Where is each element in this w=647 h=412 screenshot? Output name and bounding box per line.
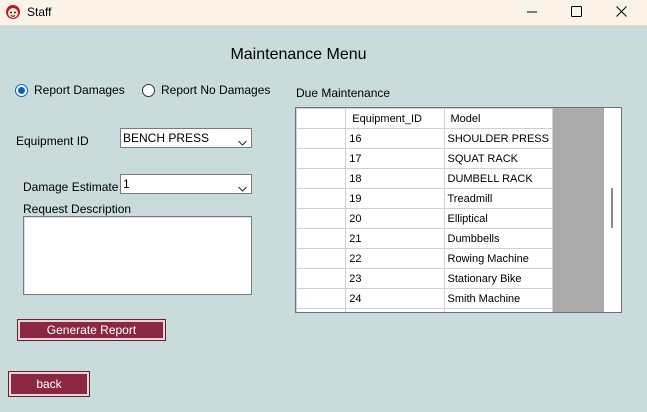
grid-body: Equipment_ID Model 16 SHOULDER PRESS 17 SQU… — [296, 108, 553, 312]
equipment-id-cell[interactable]: 18 — [345, 168, 445, 189]
row-header-cell[interactable] — [296, 128, 347, 149]
due-maintenance-grid[interactable]: Equipment_ID Model 16 SHOULDER PRESS 17 SQU… — [295, 107, 622, 313]
equipment-id-cell[interactable]: 17 — [345, 148, 445, 169]
table-row[interactable]: 24 Smith Machine — [296, 288, 553, 309]
vertical-scrollbar[interactable] — [604, 108, 621, 312]
close-icon — [615, 6, 627, 20]
column-header-model[interactable]: Model — [443, 108, 553, 129]
damage-estimate-select[interactable]: 1 — [120, 174, 252, 194]
damage-estimate-label: Damage Estimate — [23, 180, 119, 194]
equipment-id-cell[interactable]: 20 — [345, 208, 445, 229]
table-header-row: Equipment_ID Model — [296, 108, 553, 129]
table-row[interactable]: 23 Stationary Bike — [296, 268, 553, 289]
model-cell[interactable]: Elliptical — [443, 208, 553, 229]
equipment-id-cell[interactable] — [345, 308, 445, 312]
model-cell[interactable] — [443, 308, 553, 312]
close-button[interactable] — [598, 0, 644, 26]
grid-empty-area — [553, 108, 604, 312]
model-cell[interactable]: Smith Machine — [443, 288, 553, 309]
equipment-id-label: Equipment ID — [16, 134, 89, 148]
due-maintenance-label: Due Maintenance — [296, 86, 391, 100]
row-header-cell[interactable] — [296, 228, 347, 249]
model-cell[interactable]: Rowing Machine — [443, 248, 553, 269]
scrollbar-thumb[interactable] — [611, 188, 613, 228]
row-header-cell[interactable] — [296, 168, 347, 189]
cartoon-face-icon — [5, 4, 21, 20]
model-cell[interactable]: SQUAT RACK — [443, 148, 553, 169]
model-cell[interactable]: Stationary Bike — [443, 268, 553, 289]
report-damages-radio[interactable]: Report Damages — [15, 83, 125, 97]
damage-estimate-value: 1 — [123, 177, 130, 191]
due-maintenance-table: Equipment_ID Model 16 SHOULDER PRESS 17 SQU… — [296, 108, 553, 312]
equipment-id-value: BENCH PRESS — [123, 131, 210, 145]
row-header-cell[interactable] — [296, 268, 347, 289]
table-row[interactable] — [296, 308, 553, 312]
row-header-cell[interactable] — [296, 308, 347, 312]
window-title: Staff — [27, 5, 52, 19]
request-description-label: Request Description — [23, 202, 132, 216]
equipment-id-cell[interactable]: 19 — [345, 188, 445, 209]
title-bar: Staff — [0, 0, 647, 26]
table-row[interactable]: 16 SHOULDER PRESS — [296, 128, 553, 149]
report-no-damages-label: Report No Damages — [161, 83, 271, 97]
model-cell[interactable]: Treadmill — [443, 188, 553, 209]
maximize-icon — [570, 6, 582, 20]
table-row[interactable]: 17 SQUAT RACK — [296, 148, 553, 169]
model-cell[interactable]: DUMBELL RACK — [443, 168, 553, 189]
table-row[interactable]: 19 Treadmill — [296, 188, 553, 209]
table-row[interactable]: 21 Dumbbells — [296, 228, 553, 249]
back-button[interactable]: back — [8, 371, 90, 397]
equipment-id-cell[interactable]: 23 — [345, 268, 445, 289]
maximize-button[interactable] — [553, 0, 599, 26]
equipment-id-select[interactable]: BENCH PRESS — [120, 128, 252, 148]
chevron-down-icon — [238, 134, 247, 146]
equipment-id-cell[interactable]: 16 — [345, 128, 445, 149]
table-row[interactable]: 22 Rowing Machine — [296, 248, 553, 269]
row-header-corner — [296, 108, 347, 129]
minimize-icon — [527, 6, 537, 20]
request-description-input[interactable] — [23, 216, 252, 295]
page-title: Maintenance Menu — [230, 46, 367, 63]
table-row[interactable]: 20 Elliptical — [296, 208, 553, 229]
row-header-cell[interactable] — [296, 248, 347, 269]
maintenance-form: Maintenance Menu Report Damages Report N… — [0, 26, 647, 412]
equipment-id-cell[interactable]: 22 — [345, 248, 445, 269]
equipment-id-cell[interactable]: 21 — [345, 228, 445, 249]
table-row[interactable]: 18 DUMBELL RACK — [296, 168, 553, 189]
model-cell[interactable]: SHOULDER PRESS — [443, 128, 553, 149]
row-header-cell[interactable] — [296, 188, 347, 209]
minimize-button[interactable] — [509, 0, 555, 26]
radio-unselected-indicator — [142, 83, 155, 97]
radio-selected-indicator — [15, 83, 28, 97]
row-header-cell[interactable] — [296, 208, 347, 229]
row-header-cell[interactable] — [296, 148, 347, 169]
column-header-equipment-id[interactable]: Equipment_ID — [345, 108, 445, 129]
row-header-cell[interactable] — [296, 288, 347, 309]
generate-report-button[interactable]: Generate Report — [17, 319, 166, 341]
report-damages-label: Report Damages — [34, 83, 125, 97]
chevron-down-icon — [238, 180, 247, 192]
equipment-id-cell[interactable]: 24 — [345, 288, 445, 309]
model-cell[interactable]: Dumbbells — [443, 228, 553, 249]
report-no-damages-radio[interactable]: Report No Damages — [142, 83, 270, 97]
